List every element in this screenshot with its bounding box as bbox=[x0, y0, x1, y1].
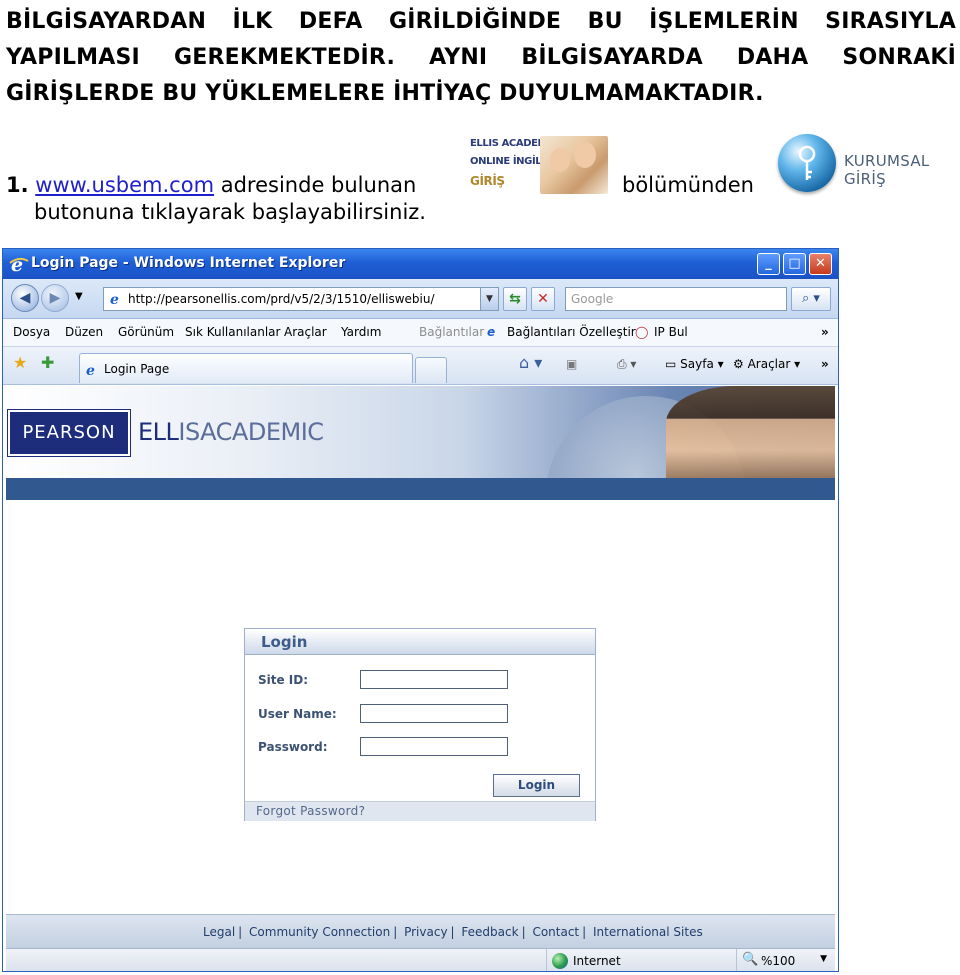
address-dropdown-icon[interactable]: ▼ bbox=[480, 288, 498, 310]
step-text-a: adresinde bulunan bbox=[220, 173, 417, 197]
kurumsal-giris-button[interactable]: KURUMSAL GİRİŞ bbox=[776, 132, 960, 194]
step-number: 1. bbox=[6, 173, 29, 197]
page-menu[interactable]: ▭ Sayfa ▾ bbox=[665, 357, 724, 371]
title-bar: e Login Page - Windows Internet Explorer… bbox=[3, 249, 838, 279]
usbem-link[interactable]: www.usbem.com bbox=[35, 173, 214, 197]
step-text-b: bölümünden bbox=[622, 173, 754, 197]
svg-text:e: e bbox=[110, 292, 119, 306]
stop-button[interactable]: ✕ bbox=[531, 287, 555, 311]
kurumsal-giris-label: KURUMSAL GİRİŞ bbox=[844, 152, 930, 188]
key-icon bbox=[778, 134, 836, 192]
tools-menu[interactable]: ⚙ Araçlar ▾ bbox=[733, 357, 800, 371]
menu-help[interactable]: Yardım bbox=[341, 325, 381, 339]
window-title: Login Page - Windows Internet Explorer bbox=[31, 255, 346, 271]
ellis-academic-logo[interactable]: ELLIS ACADEMIC ONLINE İNGİLİZ GİRİŞ bbox=[470, 136, 608, 194]
menu-bar: Dosya Düzen Görünüm Sık Kullanılanlar Ar… bbox=[3, 319, 838, 347]
girl-photo bbox=[666, 386, 835, 478]
print-icon[interactable]: ⎙ ▾ bbox=[617, 357, 636, 372]
footer-link-legal[interactable]: Legal bbox=[203, 925, 235, 939]
ip-bul-link[interactable]: IP Bul bbox=[654, 325, 688, 339]
tab-bar: ★ ✚ e Login Page ⌂ ▾ ▣ ⎙ ▾ ▭ Sayfa ▾ ⚙ A… bbox=[3, 347, 838, 385]
menu-tools[interactable]: Araçlar bbox=[284, 325, 327, 339]
custom-links[interactable]: Bağlantıları Özelleştir bbox=[507, 325, 636, 339]
more-links-icon[interactable]: » bbox=[821, 325, 829, 339]
browser-window: e Login Page - Windows Internet Explorer… bbox=[2, 248, 839, 972]
zoom-control[interactable]: 🔍 %100 ▼ bbox=[736, 949, 835, 971]
password-label: Password: bbox=[258, 740, 328, 754]
site-id-input[interactable] bbox=[360, 670, 508, 689]
svg-text:e: e bbox=[11, 254, 23, 274]
footer-link-contact[interactable]: Contact bbox=[532, 925, 579, 939]
menu-edit[interactable]: Düzen bbox=[65, 325, 103, 339]
zoom-dropdown-icon[interactable]: ▼ bbox=[820, 954, 827, 964]
students-photo bbox=[540, 136, 608, 194]
footer-link-community[interactable]: Community Connection bbox=[249, 925, 390, 939]
user-name-label: User Name: bbox=[258, 707, 337, 721]
zoom-icon: 🔍 bbox=[742, 952, 759, 967]
menu-view[interactable]: Görünüm bbox=[118, 325, 174, 339]
more-commands-icon[interactable]: » bbox=[821, 357, 829, 371]
site-id-label: Site ID: bbox=[258, 673, 309, 687]
url-text: http://pearsonellis.com/prd/v5/2/3/1510/… bbox=[128, 292, 435, 306]
home-icon[interactable]: ⌂ ▾ bbox=[519, 353, 542, 372]
login-panel: Login Site ID: User Name: Password: Logi… bbox=[244, 628, 596, 821]
tab-page-icon: e bbox=[86, 363, 95, 377]
maximize-button[interactable]: □ bbox=[783, 253, 806, 275]
feeds-icon[interactable]: ▣ bbox=[566, 357, 577, 371]
favorites-star-icon[interactable]: ★ bbox=[13, 353, 27, 372]
page-icon: e bbox=[110, 292, 119, 306]
search-input[interactable]: Google bbox=[565, 287, 787, 311]
step-text-c: butonuna tıklayarak başlayabilirsiniz. bbox=[34, 200, 426, 224]
new-tab-button[interactable] bbox=[415, 357, 447, 383]
pearson-logo: PEARSON bbox=[8, 410, 130, 456]
ip-bul-icon: ◯ bbox=[635, 325, 649, 339]
zone-label: Internet bbox=[573, 954, 621, 968]
menu-file[interactable]: Dosya bbox=[13, 325, 50, 339]
status-bar: Internet 🔍 %100 ▼ bbox=[6, 948, 835, 971]
tab-title: Login Page bbox=[104, 362, 170, 376]
custom-links-icon: e bbox=[487, 325, 496, 339]
security-zone: Internet bbox=[546, 949, 734, 971]
login-button[interactable]: Login bbox=[493, 774, 580, 797]
password-input[interactable] bbox=[360, 737, 508, 756]
ellis-banner: PEARSON ELLISACADEMIC bbox=[6, 386, 835, 478]
links-label: Bağlantılar bbox=[419, 325, 485, 339]
footer-links: Legal | Community Connection | Privacy | Fe… bbox=[203, 925, 703, 939]
close-button[interactable]: ✕ bbox=[809, 253, 832, 275]
page-footer: Legal | Community Connection | Privacy | Fe… bbox=[6, 914, 835, 948]
instruction-heading: BİLGİSAYARDAN İLK DEFA GİRİLDİĞİNDE BU İ… bbox=[6, 9, 956, 106]
forgot-password-link[interactable]: Forgot Password? bbox=[245, 801, 595, 821]
banner-divider bbox=[6, 478, 835, 500]
address-bar[interactable]: e http://pearsonellis.com/prd/v5/2/3/151… bbox=[103, 287, 499, 311]
ie-logo-icon: e bbox=[9, 254, 29, 274]
back-button[interactable]: ◀ bbox=[11, 284, 39, 312]
ellis-academic-title: ELLISACADEMIC bbox=[138, 418, 324, 446]
refresh-button[interactable]: ⇆ bbox=[503, 287, 527, 311]
login-title: Login bbox=[245, 629, 595, 655]
zoom-level: %100 bbox=[761, 954, 796, 968]
step-1-text: 1. www.usbem.com adresinde bulunan buton… bbox=[6, 172, 461, 226]
ellis-logo-line3: GİRİŞ bbox=[470, 174, 505, 188]
footer-link-privacy[interactable]: Privacy bbox=[404, 925, 447, 939]
forward-button[interactable]: ▶ bbox=[41, 284, 69, 312]
add-favorite-icon[interactable]: ✚ bbox=[41, 353, 54, 372]
svg-text:e: e bbox=[86, 363, 95, 377]
history-dropdown-icon[interactable]: ▼ bbox=[75, 291, 83, 302]
footer-link-feedback[interactable]: Feedback bbox=[461, 925, 518, 939]
address-toolbar: ◀ ▶ ▼ e http://pearsonellis.com/prd/v5/2… bbox=[3, 279, 838, 319]
menu-favorites[interactable]: Sık Kullanılanlar bbox=[185, 325, 280, 339]
user-name-input[interactable] bbox=[360, 704, 508, 723]
search-icon[interactable]: ⌕ ▾ bbox=[791, 287, 831, 311]
internet-globe-icon bbox=[552, 953, 568, 969]
minimize-button[interactable]: _ bbox=[757, 253, 780, 275]
footer-link-international[interactable]: International Sites bbox=[593, 925, 703, 939]
tab-login-page[interactable]: e Login Page bbox=[79, 353, 413, 383]
